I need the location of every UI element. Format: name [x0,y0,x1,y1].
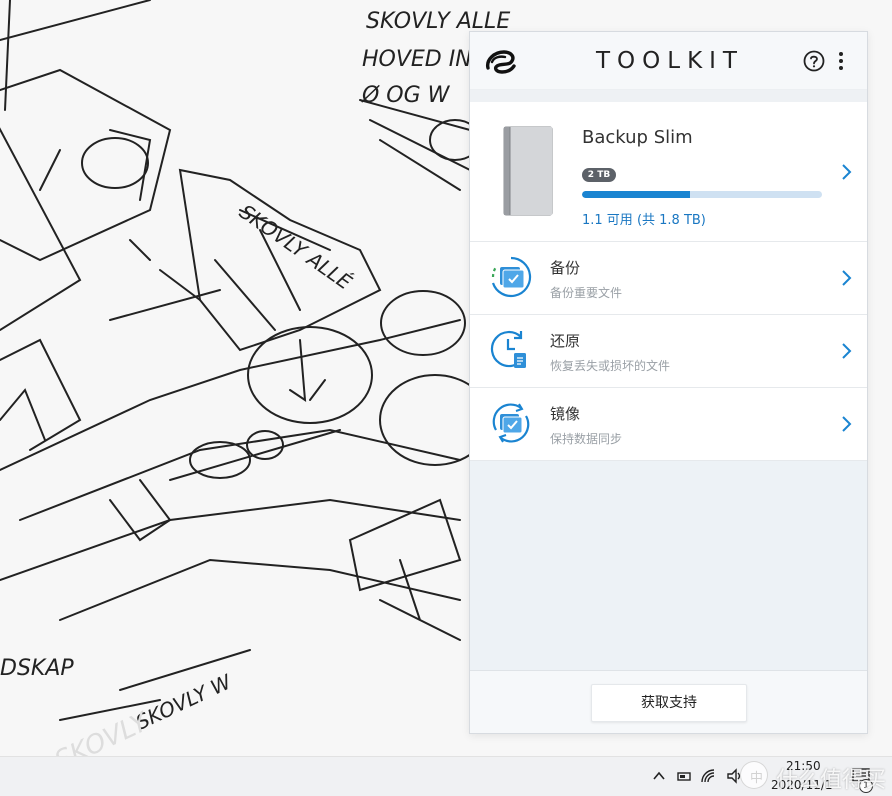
sketch-text: DSKAP [0,656,74,681]
seagate-logo-icon [486,50,516,74]
watermark-text: 什么值得买 [776,768,887,793]
mirror-title: 镜像 [550,405,581,423]
chevron-right-icon[interactable] [841,163,853,181]
sketch-text: Ø OG W [361,83,451,108]
app-title: TOOLKIT [596,48,744,74]
toolkit-header: TOOLKIT [470,32,867,90]
toolkit-footer: 获取支持 [470,670,867,733]
sketch-text: HOVED IN [362,47,472,72]
sketch-text: SKOVLY ALLÉ [235,199,356,294]
chevron-right-icon[interactable] [841,415,853,433]
restore-title: 还原 [550,332,581,350]
mirror-subtitle: 保持数据同步 [550,432,623,446]
backup-subtitle: 备份重要文件 [550,286,623,300]
device-name: Backup Slim [582,127,693,148]
storage-usage-bar [582,191,822,198]
empty-panel-area [470,461,867,670]
device-card[interactable]: Backup Slim 2 TB 1.1 可用 (共 1.8 TB) [470,102,867,242]
backup-row[interactable]: 备份 备份重要文件 [470,242,867,315]
restore-subtitle: 恢复丢失或损坏的文件 [550,359,671,373]
header-divider [470,90,867,102]
backup-folder-icon [491,256,532,298]
restore-row[interactable]: 还原 恢复丢失或损坏的文件 [470,315,867,388]
help-circle-icon[interactable] [803,50,825,72]
get-support-button[interactable]: 获取支持 [591,684,747,722]
sketch-text: SKOVLY [50,706,154,756]
storage-usage-fill [582,191,690,198]
restore-clock-icon [490,330,526,368]
capacity-badge: 2 TB [582,168,616,182]
more-vertical-icon[interactable] [836,49,846,73]
chevron-right-icon[interactable] [841,269,853,287]
toolkit-window: TOOLKIT Backup Slim 2 TB 1.1 可用 (共 1.8 T… [469,31,868,734]
watermark-logo-icon [740,761,768,789]
backup-title: 备份 [550,259,581,277]
wifi-icon[interactable] [700,768,718,784]
drive-tray-icon[interactable] [676,769,692,783]
mirror-sync-icon [492,403,530,443]
chevron-up-icon[interactable] [652,769,666,783]
external-drive-icon [503,126,553,216]
free-space-text: 1.1 可用 (共 1.8 TB) [582,213,706,228]
chevron-right-icon[interactable] [841,342,853,360]
mirror-row[interactable]: 镜像 保持数据同步 [470,388,867,461]
